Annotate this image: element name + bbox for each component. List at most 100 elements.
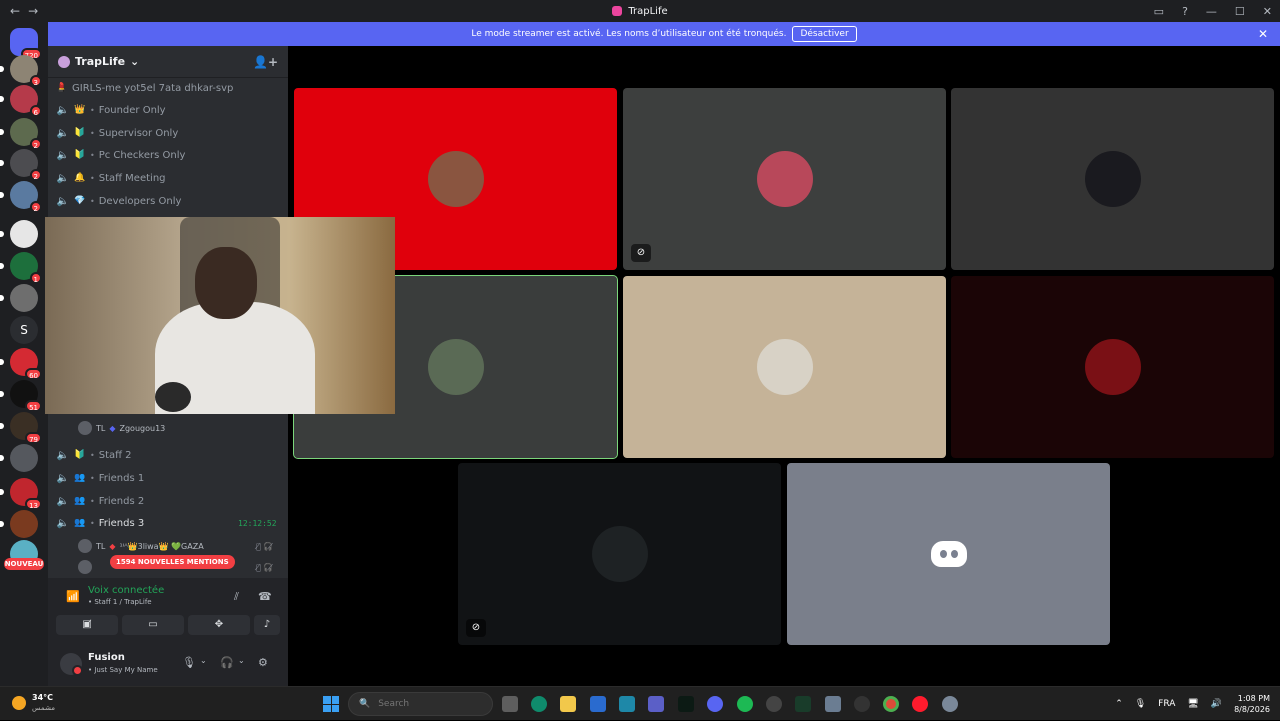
- server-icon[interactable]: [0, 220, 38, 248]
- webcam-overlay[interactable]: [45, 217, 395, 414]
- app-icon[interactable]: [678, 696, 694, 712]
- signal-icon[interactable]: 📶: [66, 590, 80, 603]
- settings-gear-icon[interactable]: ⚙: [258, 656, 268, 669]
- volume-icon[interactable]: 🔊: [1211, 699, 1222, 709]
- close-icon[interactable]: ✕: [1258, 27, 1268, 41]
- clock-time: 1:08 PM: [1237, 694, 1270, 703]
- voice-status[interactable]: Voix connectée: [88, 585, 164, 596]
- obs-icon[interactable]: [766, 696, 782, 712]
- task-view-icon[interactable]: [502, 696, 518, 712]
- chevron-up-icon[interactable]: ⌃: [1115, 699, 1123, 709]
- guild-header[interactable]: TrapLife ⌄ 👤+: [48, 46, 288, 78]
- add-user-icon[interactable]: 👤+: [253, 55, 278, 69]
- unread-pill: [0, 160, 4, 166]
- server-icon[interactable]: 1: [0, 252, 42, 284]
- server-icon[interactable]: 79: [0, 412, 42, 444]
- channel-friends-1[interactable]: 🔈 👥 • Friends 1: [56, 468, 144, 488]
- voice-member[interactable]: TL ◆ ¹ᴵᴬ👑3liwa👑 💚GAZA 🎙̸ 🎧̸: [78, 536, 273, 556]
- avatar[interactable]: [60, 653, 83, 676]
- channel-pc-checkers[interactable]: 🔈 🔰 • Pc Checkers Only: [56, 145, 186, 165]
- server-icon[interactable]: 2: [0, 149, 42, 181]
- activities-button[interactable]: ✥: [188, 615, 250, 635]
- channel-developers-only[interactable]: 🔈 💎 • Developers Only: [56, 191, 182, 211]
- language-indicator[interactable]: FRA: [1158, 699, 1175, 709]
- channel-friends-3[interactable]: 🔈 👥 • Friends 3 12:12:52: [56, 513, 277, 533]
- calculator-icon[interactable]: [825, 696, 841, 712]
- microphone-icon[interactable]: 🎙: [182, 656, 196, 669]
- noise-suppression-icon[interactable]: ⫽: [234, 590, 239, 604]
- taskbar-search[interactable]: 🔍: [348, 692, 493, 716]
- server-icon[interactable]: 51: [0, 380, 42, 412]
- server-icon[interactable]: [0, 444, 38, 472]
- server-badge: 2: [29, 169, 42, 181]
- server-icon[interactable]: 2: [0, 181, 42, 213]
- video-tile[interactable]: ⊘: [458, 463, 781, 645]
- video-tile[interactable]: [951, 276, 1274, 458]
- outlook-icon[interactable]: [590, 696, 606, 712]
- teams-icon[interactable]: [648, 696, 664, 712]
- window-controls: ▭ ? — ☐ ✕: [1154, 0, 1272, 22]
- video-tile[interactable]: ⊘: [623, 88, 946, 270]
- weather-widget[interactable]: 34°C مشمس: [12, 693, 55, 713]
- camera-off-icon: ⊘: [631, 244, 651, 262]
- home-button[interactable]: 720: [10, 28, 42, 60]
- server-icon[interactable]: 60: [0, 348, 42, 380]
- voice-channel-path[interactable]: • Staff 1 / TrapLife: [88, 598, 152, 606]
- disable-streamer-button[interactable]: Désactiver: [792, 26, 857, 42]
- channel-staff-2[interactable]: 🔈 🔰 • Staff 2: [56, 445, 132, 465]
- system-tray: ⌃ 🎙 FRA 🖥 🔊 1:08 PM 8/8/2026: [1115, 687, 1270, 721]
- username[interactable]: Fusion: [88, 652, 125, 663]
- channel-supervisor-only[interactable]: 🔈 🔰 • Supervisor Only: [56, 123, 178, 143]
- store-icon[interactable]: [619, 696, 635, 712]
- close-window-button[interactable]: ✕: [1263, 5, 1272, 18]
- server-icon[interactable]: [0, 510, 38, 538]
- clock[interactable]: 1:08 PM 8/8/2026: [1234, 693, 1270, 715]
- mic-tray-icon[interactable]: 🎙: [1135, 699, 1146, 709]
- speaker-icon: 🔈: [56, 517, 70, 529]
- server-icon-letter[interactable]: S: [10, 316, 38, 344]
- avatar: [78, 421, 92, 435]
- opera-icon[interactable]: [912, 696, 928, 712]
- help-icon[interactable]: ?: [1182, 5, 1188, 18]
- file-explorer-icon[interactable]: [560, 696, 576, 712]
- disconnect-icon[interactable]: ☎: [258, 590, 272, 603]
- maximize-button[interactable]: ☐: [1235, 5, 1245, 18]
- chevron-down-icon[interactable]: ⌄: [200, 656, 207, 665]
- chevron-down-icon[interactable]: ⌄: [238, 656, 245, 665]
- settings-icon[interactable]: [942, 696, 958, 712]
- voice-member[interactable]: 🎙̸ 🎧̸: [78, 557, 273, 577]
- spotify-icon[interactable]: [737, 696, 753, 712]
- voice-member[interactable]: TL ◆ Zgougou13: [78, 418, 165, 438]
- steam-icon[interactable]: [854, 696, 870, 712]
- headphones-icon[interactable]: 🎧: [220, 656, 234, 669]
- server-icon[interactable]: [0, 284, 38, 312]
- video-tile[interactable]: [951, 88, 1274, 270]
- channel-staff-meeting[interactable]: 🔈 🔔 • Staff Meeting: [56, 168, 166, 188]
- chrome-icon[interactable]: [883, 696, 899, 712]
- edge-icon[interactable]: [531, 696, 547, 712]
- network-icon[interactable]: 🖥: [1187, 699, 1198, 709]
- bullet: •: [90, 518, 95, 528]
- server-icon[interactable]: 3: [0, 55, 42, 87]
- server-icon[interactable]: 6: [0, 85, 42, 117]
- new-servers-badge[interactable]: NOUVEAU: [4, 558, 44, 570]
- server-icon[interactable]: 13: [0, 478, 42, 510]
- camera-toggle-button[interactable]: ▣̸: [56, 615, 118, 635]
- channel-girls[interactable]: 💄 GIRLS-me yot5el 7ata dhkar-svp: [56, 78, 233, 98]
- channel-friends-2[interactable]: 🔈 👥 • Friends 2: [56, 491, 144, 511]
- video-tile[interactable]: [787, 463, 1110, 645]
- windows-start-icon[interactable]: [323, 696, 339, 712]
- inbox-icon[interactable]: ▭: [1154, 5, 1164, 18]
- video-tile[interactable]: [623, 276, 946, 458]
- server-icon[interactable]: 2: [0, 118, 42, 150]
- terminal-icon[interactable]: [795, 696, 811, 712]
- new-mentions-pill[interactable]: 1594 NOUVELLES MENTIONS: [110, 555, 235, 569]
- participant-avatar: [1084, 339, 1141, 395]
- channel-founder-only[interactable]: 🔈 👑 • Founder Only: [56, 100, 166, 120]
- screen-share-button[interactable]: ▭: [122, 615, 184, 635]
- soundboard-button[interactable]: ♪: [254, 615, 280, 635]
- channel-emoji: 🔰: [74, 128, 86, 138]
- search-input[interactable]: [378, 699, 479, 709]
- discord-taskbar-icon[interactable]: [707, 696, 723, 712]
- minimize-button[interactable]: —: [1206, 5, 1217, 18]
